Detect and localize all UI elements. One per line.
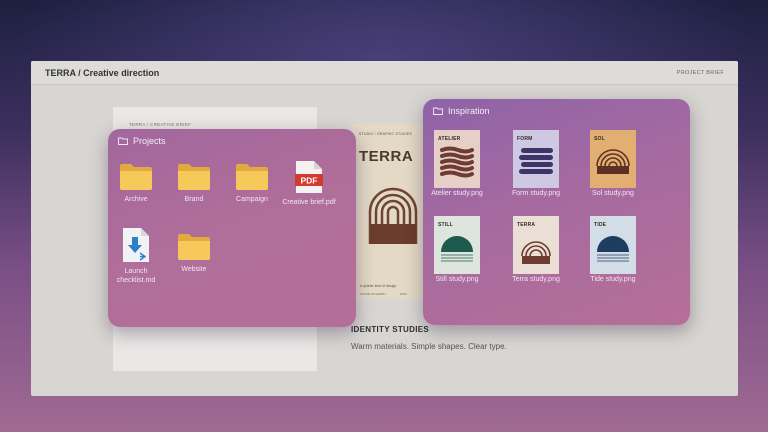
image-thumbnail: TERRA xyxy=(513,216,559,274)
file-item-launch-checklist[interactable]: Launch checklist.md xyxy=(105,227,167,285)
image-label: Terra study.png xyxy=(512,276,560,283)
image-item-form[interactable]: FORM Form study.png xyxy=(501,130,571,197)
file-item-website[interactable]: Website xyxy=(163,233,225,274)
window-title: TERRA / Creative direction xyxy=(45,67,160,78)
window-tag: PROJECT BRIEF xyxy=(676,69,724,76)
file-item-brand[interactable]: Brand xyxy=(163,163,225,204)
folder-icon xyxy=(178,234,210,260)
file-label: Brand xyxy=(184,196,204,203)
doc-label: TERRA / CREATIVE BRIEF xyxy=(129,122,192,127)
thumbnail-label: TIDE xyxy=(594,222,607,228)
poster-arch-art xyxy=(368,187,418,244)
image-label: Atelier study.png xyxy=(431,190,483,197)
image-item-sol[interactable]: SOL Sol study.png xyxy=(578,130,648,197)
image-label: Sol study.png xyxy=(592,190,634,197)
projects-title: Projects xyxy=(133,136,166,146)
image-thumbnail: SOL xyxy=(590,130,636,188)
identity-studies-subtitle: Warm materials. Simple shapes. Clear typ… xyxy=(351,342,507,351)
svg-text:PDF: PDF xyxy=(301,176,318,186)
poster-meta-right: 2024 xyxy=(400,292,407,296)
thumbnail-label: SOL xyxy=(594,136,605,142)
terra-poster: STUDIO / GRAPHIC STUDIES TERRA A quieter… xyxy=(352,124,427,299)
thumbnail-label: FORM xyxy=(517,136,533,142)
file-label: Creative brief.pdf xyxy=(282,199,336,206)
thumbnail-label: STILL xyxy=(438,222,453,228)
file-item-creative-brief[interactable]: PDF Creative brief.pdf xyxy=(278,160,340,207)
identity-studies-heading: IDENTITY STUDIES xyxy=(351,325,429,334)
folder-icon xyxy=(120,164,152,190)
image-item-terra[interactable]: TERRA Terra study.png xyxy=(501,216,571,283)
inspiration-title: Inspiration xyxy=(448,106,490,116)
thumbnail-label: TERRA xyxy=(517,222,536,228)
image-label: Tide study.png xyxy=(590,276,636,283)
projects-panel: Projects Archive Brand Campaign PDF Crea… xyxy=(108,129,356,327)
window-header: TERRA / Creative direction PROJECT BRIEF xyxy=(31,61,738,85)
file-label: Launch checklist.md xyxy=(116,268,156,284)
image-item-atelier[interactable]: ATELIER Atelier study.png xyxy=(422,130,492,197)
image-label: Form study.png xyxy=(511,190,561,197)
pdf-file-icon: PDF xyxy=(295,161,323,193)
image-thumbnail: FORM xyxy=(513,130,559,188)
arches-art xyxy=(521,241,551,264)
image-thumbnail: ATELIER xyxy=(434,130,480,188)
file-item-archive[interactable]: Archive xyxy=(105,163,167,204)
folder-outline-icon xyxy=(433,107,443,115)
image-item-tide[interactable]: TIDE Tide study.png xyxy=(578,216,648,283)
image-thumbnail: TIDE xyxy=(590,216,636,274)
file-label: Archive xyxy=(124,196,148,203)
markdown-file-icon xyxy=(123,228,149,262)
half-circle-lines-art xyxy=(597,236,629,262)
inspiration-header: Inspiration xyxy=(433,106,490,116)
file-label: Campaign xyxy=(236,196,268,203)
poster-meta-left: VALUE OF EARTH xyxy=(360,292,386,296)
sun-arcs-art xyxy=(596,149,630,174)
inspiration-panel: Inspiration ATELIER Atelier study.png FO… xyxy=(423,99,690,325)
poster-small-text: STUDIO / GRAPHIC STUDIES xyxy=(359,132,413,136)
folder-icon xyxy=(178,164,210,190)
poster-title: TERRA xyxy=(359,148,414,165)
folder-icon xyxy=(236,164,268,190)
poster-tagline: A quieter kind of design xyxy=(360,284,397,288)
thumbnail-label: ATELIER xyxy=(438,136,461,142)
wave-bars-art xyxy=(440,146,474,178)
pill-stack-art xyxy=(519,148,553,174)
half-circle-lines-art xyxy=(441,236,473,262)
file-label: Website xyxy=(181,266,207,273)
image-thumbnail: STILL xyxy=(434,216,480,274)
projects-header: Projects xyxy=(118,136,166,146)
file-item-campaign[interactable]: Campaign xyxy=(221,163,283,204)
image-label: Still study.png xyxy=(435,276,479,283)
image-item-still[interactable]: STILL Still study.png xyxy=(422,216,492,283)
folder-outline-icon xyxy=(118,137,128,145)
